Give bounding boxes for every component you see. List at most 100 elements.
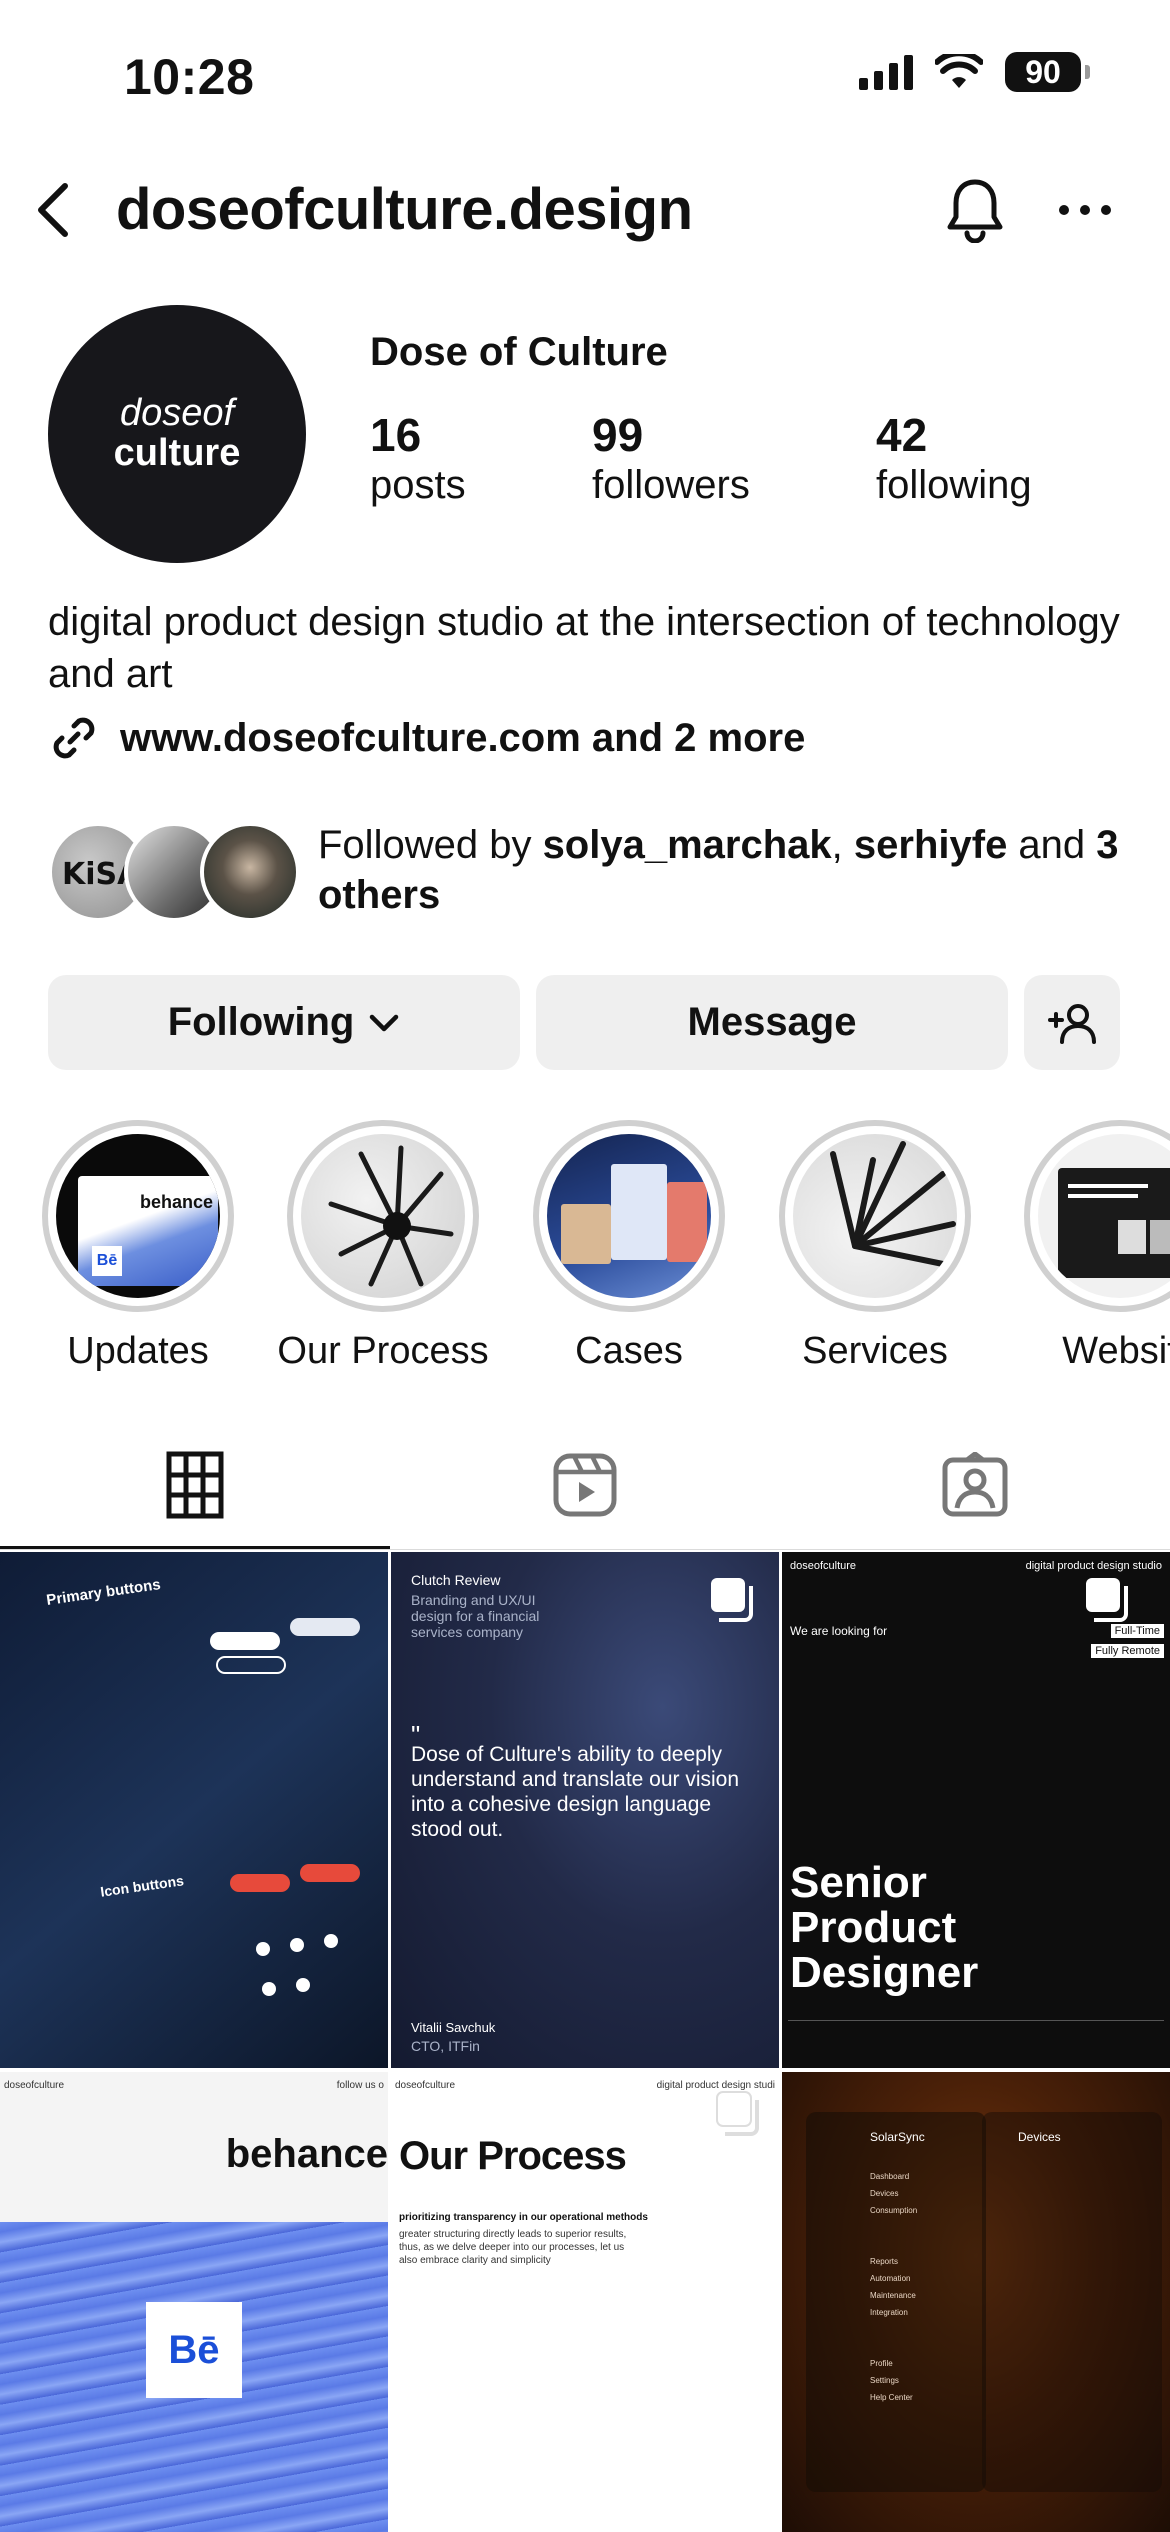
highlight-cover bbox=[793, 1134, 957, 1298]
status-time: 10:28 bbox=[124, 49, 255, 105]
post-title: Our Process bbox=[399, 2134, 627, 2178]
tab-posts-grid[interactable] bbox=[0, 1420, 390, 1550]
chevron-down-icon bbox=[370, 1014, 399, 1031]
stat-number: 99 bbox=[592, 409, 644, 461]
post-quote: Dose of Culture's ability to deeply unde… bbox=[411, 1743, 740, 1841]
stat-number: 42 bbox=[876, 409, 928, 461]
post-tag-fulltime: Full-Time bbox=[1110, 1624, 1164, 1638]
post-menu-item: Automation bbox=[870, 2274, 911, 2283]
avatar-text-line2: culture bbox=[113, 432, 241, 474]
post-body: greater structuring directly leads to su… bbox=[399, 2229, 627, 2266]
post-menu-item: Consumption bbox=[870, 2206, 918, 2215]
profile-actions: Following Message bbox=[48, 975, 1120, 1070]
cellular-signal-icon bbox=[859, 54, 913, 90]
post-brand: doseofculture bbox=[4, 2080, 65, 2091]
post-panel-title: Devices bbox=[1018, 2130, 1061, 2144]
username-title: doseofculture.design bbox=[116, 177, 693, 242]
followed-by-separator: , bbox=[831, 823, 854, 867]
followed-by-text: Followed by solya_marchak, serhiyfe and … bbox=[318, 820, 1148, 920]
carousel-icon bbox=[711, 1578, 753, 1622]
post-menu-item: Settings bbox=[870, 2376, 899, 2385]
followed-by[interactable]: KiSA Followed by solya_marchak, serhiyfe… bbox=[48, 820, 1138, 930]
post-tile[interactable]: SolarSync Devices Dashboard Devices Cons… bbox=[782, 2072, 1170, 2532]
highlight-label: Our Process bbox=[277, 1330, 489, 1372]
tab-reels[interactable] bbox=[390, 1420, 780, 1550]
posts-grid: Primary buttons Icon buttons Clutch Revi… bbox=[0, 1552, 1170, 2532]
highlight-cases[interactable]: Cases bbox=[531, 1120, 727, 1373]
message-button[interactable]: Message bbox=[536, 975, 1008, 1070]
highlight-label: Services bbox=[802, 1330, 948, 1372]
add-user-icon bbox=[1048, 1003, 1096, 1044]
followed-by-prefix: Followed by bbox=[318, 823, 543, 867]
battery-icon: 90 bbox=[1005, 52, 1090, 92]
post-tile[interactable]: doseofculture digital product design stu… bbox=[782, 1552, 1170, 2068]
status-bar: 10:28 90 bbox=[0, 0, 1170, 150]
stat-following[interactable]: 42 following bbox=[876, 410, 1032, 509]
following-label: Following bbox=[167, 1000, 355, 1044]
post-brand: doseofculture bbox=[790, 1560, 857, 1572]
status-icons: 90 bbox=[859, 52, 1090, 92]
notifications-button[interactable] bbox=[940, 170, 1010, 250]
post-job-title: Senior Product Designer bbox=[790, 1858, 979, 1997]
post-title: behance bbox=[225, 2132, 388, 2176]
suggested-accounts-button[interactable] bbox=[1024, 975, 1120, 1070]
follower-username-1: solya_marchak bbox=[542, 823, 832, 867]
post-author: Vitalii Savchuk bbox=[411, 2020, 496, 2035]
post-menu-item: Help Center bbox=[870, 2393, 913, 2402]
post-menu: Dashboard Devices Consumption Reports Au… bbox=[870, 2168, 917, 2406]
following-button[interactable]: Following bbox=[48, 975, 520, 1070]
profile-bio: digital product design studio at the int… bbox=[48, 600, 1120, 696]
chevron-left-icon bbox=[38, 183, 68, 237]
battery-level: 90 bbox=[1005, 52, 1081, 92]
link-icon bbox=[53, 717, 95, 759]
stat-posts[interactable]: 16 posts bbox=[370, 410, 592, 509]
wifi-icon bbox=[935, 54, 983, 88]
stat-followers[interactable]: 99 followers bbox=[592, 410, 876, 509]
highlight-ring bbox=[533, 1120, 725, 1312]
more-options-button[interactable] bbox=[1050, 170, 1120, 250]
highlight-ring bbox=[779, 1120, 971, 1312]
post-subtitle: Branding and UX/UI design for a financia… bbox=[411, 1592, 540, 1640]
story-highlights: behance Bē Updates Our Process Cases Ser… bbox=[0, 1120, 1170, 1380]
post-tile[interactable]: Clutch Review Branding and UX/UI design … bbox=[391, 1552, 779, 2068]
stat-number: 16 bbox=[370, 409, 422, 461]
reels-icon bbox=[553, 1453, 617, 1517]
bell-icon bbox=[947, 179, 1003, 243]
post-follow-text: follow us o bbox=[336, 2080, 384, 2091]
highlight-website[interactable]: Websit bbox=[1022, 1120, 1170, 1373]
highlight-updates[interactable]: behance Bē Updates bbox=[40, 1120, 236, 1373]
post-app-name: SolarSync bbox=[870, 2130, 925, 2144]
highlight-cover: behance Bē bbox=[56, 1134, 220, 1298]
profile-header-nav: doseofculture.design bbox=[0, 160, 1170, 260]
post-looking-for: We are looking for bbox=[790, 1624, 888, 1638]
post-subheading: Icon buttons bbox=[99, 1872, 185, 1900]
post-menu-item: Devices bbox=[870, 2189, 899, 2198]
highlight-label: Updates bbox=[67, 1330, 209, 1372]
tab-tagged[interactable] bbox=[780, 1420, 1170, 1550]
post-tile[interactable]: doseofculture digital product design stu… bbox=[391, 2072, 779, 2532]
highlight-services[interactable]: Services bbox=[777, 1120, 973, 1373]
post-heading: Primary buttons bbox=[45, 1576, 162, 1609]
post-tile[interactable]: doseofculture follow us o behance Bē bbox=[0, 2072, 388, 2532]
post-tile[interactable]: Primary buttons Icon buttons bbox=[0, 1552, 388, 2068]
profile-avatar[interactable]: doseof culture bbox=[48, 305, 306, 563]
back-button[interactable] bbox=[18, 170, 88, 250]
mutual-followers-avatars: KiSA bbox=[48, 822, 300, 922]
post-menu-item: Reports bbox=[870, 2257, 899, 2266]
post-kicker: Clutch Review bbox=[411, 1572, 501, 1588]
mutual-avatar-3 bbox=[200, 822, 300, 922]
post-subtitle: prioritizing transparency in our operati… bbox=[399, 2212, 648, 2223]
post-menu-item: Maintenance bbox=[870, 2291, 916, 2300]
highlight-cover bbox=[301, 1134, 465, 1298]
message-label: Message bbox=[687, 1000, 857, 1044]
follower-username-2: serhiyfe bbox=[853, 823, 1008, 867]
followed-by-and: and bbox=[1007, 823, 1097, 867]
highlight-ring bbox=[287, 1120, 479, 1312]
highlight-our-process[interactable]: Our Process bbox=[277, 1120, 489, 1373]
profile-link[interactable]: www.doseofculture.com and 2 more bbox=[48, 712, 805, 764]
grid-icon bbox=[166, 1451, 224, 1519]
highlight-cover bbox=[547, 1134, 711, 1298]
post-menu-item: Profile bbox=[870, 2359, 893, 2368]
profile-stats: 16 posts 99 followers 42 following bbox=[370, 410, 1032, 509]
display-name: Dose of Culture bbox=[370, 330, 668, 374]
